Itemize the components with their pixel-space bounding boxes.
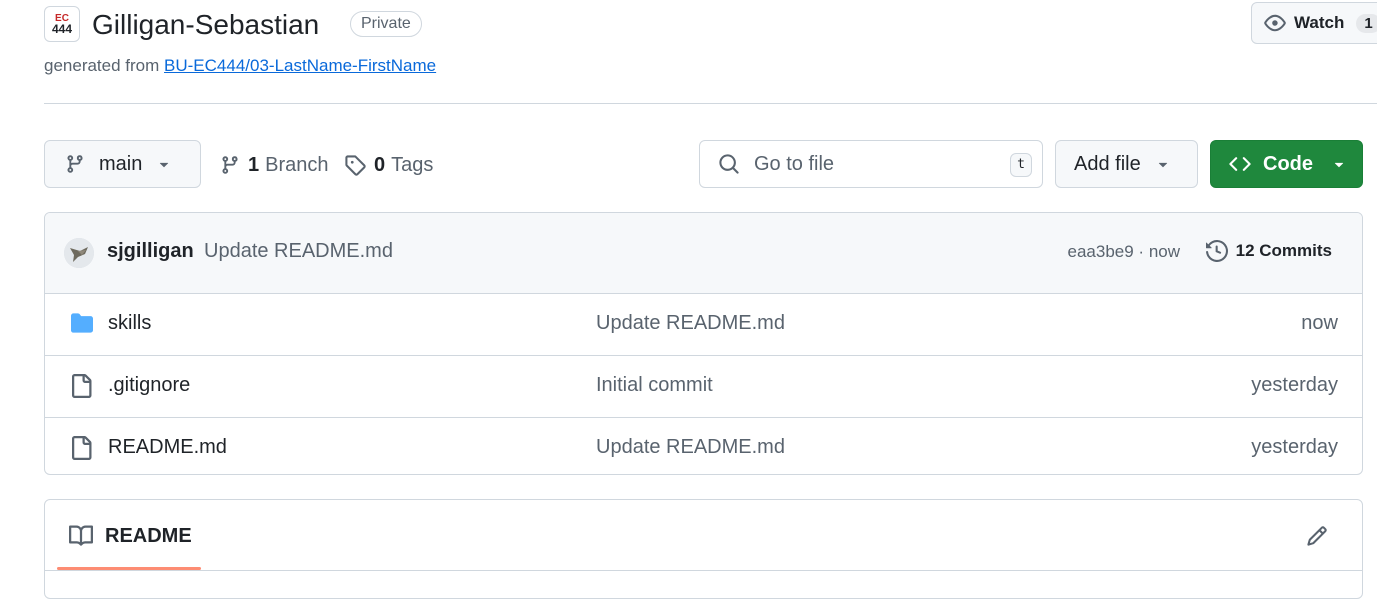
table-row[interactable]: README.md Update README.md yesterday bbox=[45, 418, 1362, 474]
code-button[interactable]: Code bbox=[1210, 140, 1363, 188]
branch-selector-button[interactable]: main bbox=[44, 140, 201, 188]
branch-icon bbox=[220, 155, 240, 175]
file-commit-message[interactable]: Update README.md bbox=[596, 436, 785, 459]
repo-owner-avatar[interactable]: EC 444 bbox=[44, 6, 80, 42]
search-input[interactable] bbox=[752, 151, 996, 177]
generated-from-prefix: generated from bbox=[44, 56, 160, 75]
readme-divider bbox=[45, 570, 1362, 571]
template-repo-link[interactable]: BU-EC444/03-LastName-FirstName bbox=[164, 56, 436, 75]
tag-count: 0 bbox=[374, 153, 386, 176]
add-file-button[interactable]: Add file bbox=[1055, 140, 1198, 188]
readme-panel: README bbox=[44, 499, 1363, 599]
commit-time: now bbox=[1148, 242, 1180, 261]
file-name[interactable]: .gitignore bbox=[108, 374, 190, 397]
watch-label: Watch bbox=[1294, 13, 1345, 32]
file-commit-time: yesterday bbox=[1251, 436, 1338, 458]
file-commit-time: yesterday bbox=[1251, 374, 1338, 396]
caret-down-icon bbox=[1157, 158, 1169, 170]
tags-link[interactable]: 0 Tags bbox=[344, 150, 433, 180]
branch-name: main bbox=[99, 152, 143, 175]
generated-from-line: generated from BU-EC444/03-LastName-Firs… bbox=[44, 54, 436, 78]
pencil-icon[interactable] bbox=[1306, 525, 1328, 547]
add-file-label: Add file bbox=[1074, 152, 1141, 175]
table-row[interactable]: .gitignore Initial commit yesterday bbox=[45, 356, 1362, 418]
watch-button[interactable]: Watch 1 bbox=[1251, 2, 1377, 44]
branches-link[interactable]: 1 Branch bbox=[220, 150, 329, 180]
watch-count: 1 bbox=[1356, 13, 1377, 33]
file-commit-message[interactable]: Update README.md bbox=[596, 312, 785, 335]
code-icon bbox=[1229, 153, 1251, 175]
caret-down-icon bbox=[1333, 158, 1345, 170]
file-icon bbox=[69, 436, 93, 460]
branch-icon bbox=[65, 154, 85, 174]
search-icon bbox=[718, 153, 740, 175]
commits-count-label: 12 Commits bbox=[1235, 241, 1332, 260]
keyboard-shortcut-hint: t bbox=[1010, 153, 1032, 177]
logo-text-line2: 444 bbox=[51, 22, 73, 36]
file-commit-message[interactable]: Initial commit bbox=[596, 374, 713, 397]
table-row[interactable]: skills Update README.md now bbox=[45, 294, 1362, 356]
history-icon bbox=[1205, 240, 1228, 262]
readme-tab-label: README bbox=[105, 524, 192, 547]
code-label: Code bbox=[1263, 152, 1313, 175]
folder-icon bbox=[69, 312, 95, 334]
branch-count-label: Branch bbox=[265, 153, 329, 176]
file-browser: sjgilligan Update README.md eaa3be9 · no… bbox=[44, 212, 1363, 475]
avatar[interactable] bbox=[64, 238, 94, 268]
go-to-file-search[interactable]: t bbox=[699, 140, 1043, 188]
visibility-badge: Private bbox=[350, 11, 422, 37]
tag-icon bbox=[344, 154, 366, 176]
commits-history-link[interactable]: 12 Commits bbox=[1205, 240, 1332, 262]
meta-separator: · bbox=[1133, 242, 1149, 261]
commit-author[interactable]: sjgilligan bbox=[107, 240, 194, 263]
eye-icon bbox=[1264, 12, 1286, 34]
file-name[interactable]: skills bbox=[108, 312, 151, 335]
commit-hash[interactable]: eaa3be9 bbox=[1068, 242, 1134, 261]
branch-count: 1 bbox=[248, 153, 260, 176]
book-icon bbox=[69, 524, 93, 548]
file-commit-time: now bbox=[1301, 312, 1338, 334]
latest-commit-bar: sjgilligan Update README.md eaa3be9 · no… bbox=[45, 213, 1362, 294]
commit-message[interactable]: Update README.md bbox=[204, 240, 393, 263]
commit-meta: eaa3be9 · now bbox=[1068, 242, 1180, 262]
readme-tab[interactable]: README bbox=[69, 524, 192, 548]
file-icon bbox=[69, 374, 93, 398]
caret-down-icon bbox=[158, 158, 170, 170]
tag-count-label: Tags bbox=[391, 153, 434, 176]
repo-title[interactable]: Gilligan-Sebastian bbox=[92, 6, 319, 44]
file-name[interactable]: README.md bbox=[108, 436, 227, 459]
header-divider bbox=[44, 103, 1377, 104]
